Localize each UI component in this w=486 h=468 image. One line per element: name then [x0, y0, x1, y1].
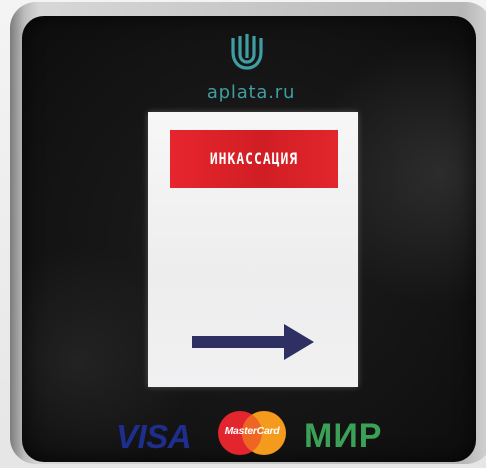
title-banner: ИНКАССАЦИЯ [170, 130, 338, 188]
terminal-screen: ИНКАССАЦИЯ [148, 112, 358, 387]
mir-logo: МИР [304, 417, 383, 455]
mastercard-label: MasterCard [224, 425, 280, 437]
visa-logo: VISA [116, 418, 192, 455]
arrow-right-icon[interactable] [192, 324, 314, 360]
aplata-shield-icon [231, 34, 263, 70]
screen-title: ИНКАССАЦИЯ [209, 149, 299, 169]
brand-name: aplata.ru [206, 82, 296, 103]
